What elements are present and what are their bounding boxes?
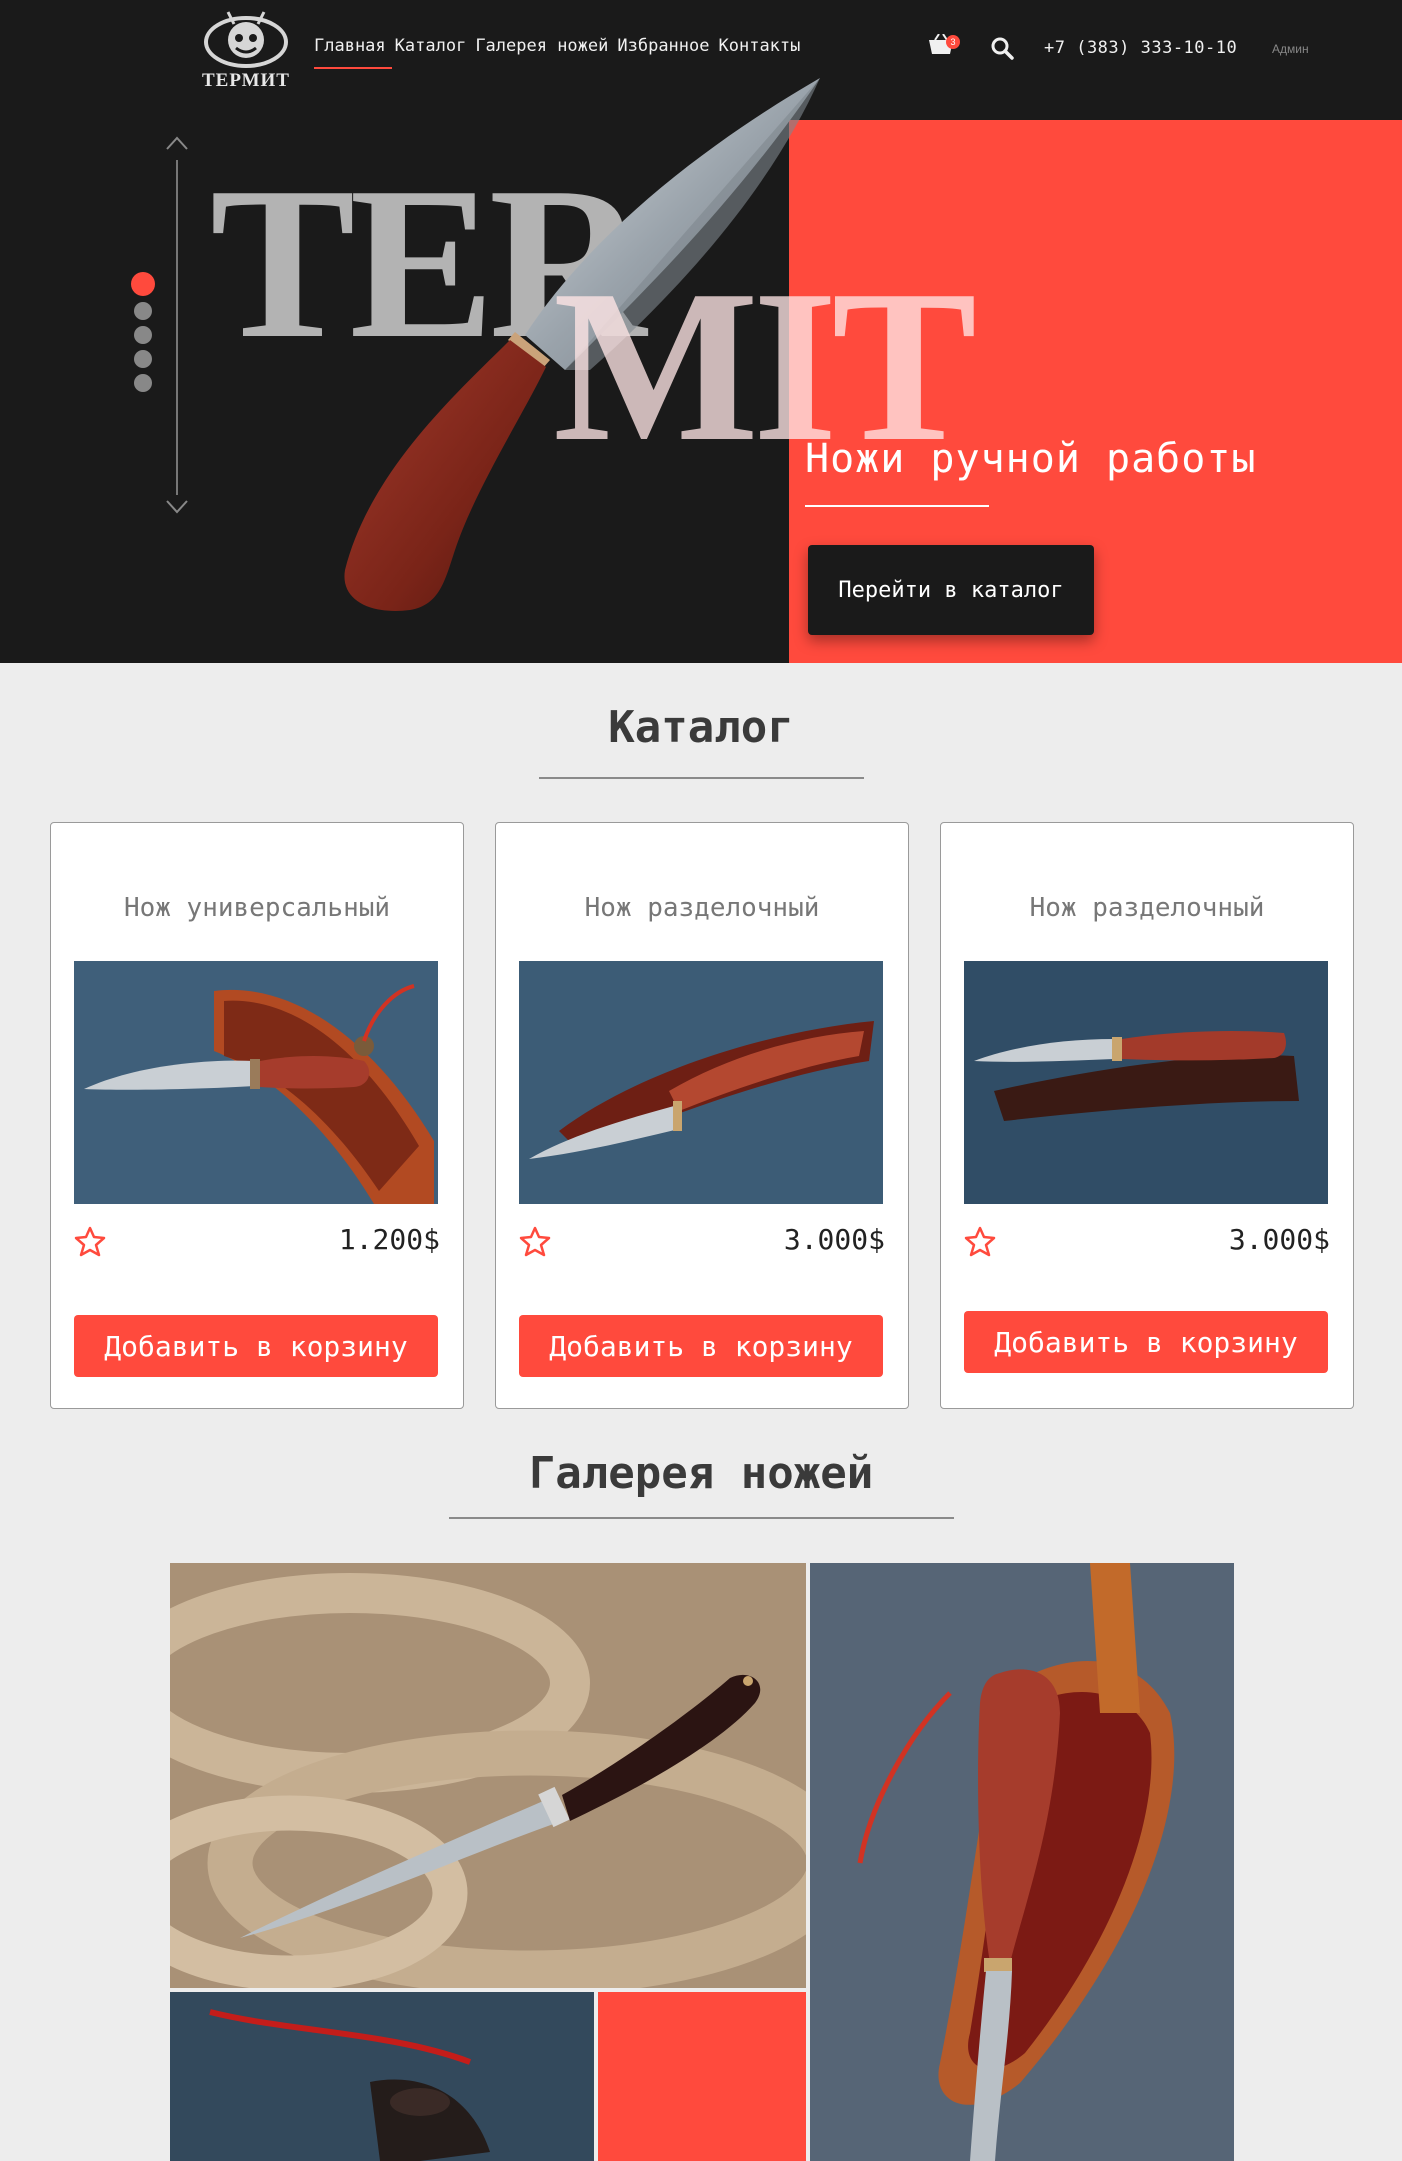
gallery-title: Галерея ножей (528, 1448, 874, 1499)
favorite-star-icon[interactable] (964, 1225, 996, 1257)
logo[interactable]: ТЕРМИТ (200, 8, 292, 91)
main-menu: Главная Каталог Галерея ножей Избранное … (314, 36, 800, 56)
slider-track (176, 160, 178, 495)
gallery-title-underline (449, 1517, 954, 1519)
gallery-red-tile (598, 1992, 806, 2161)
product-title: Нож разделочный (1029, 893, 1265, 923)
menu-item-catalog[interactable]: Каталог (395, 36, 467, 56)
slider-dot-1[interactable] (131, 272, 155, 296)
go-to-catalog-button[interactable]: Перейти в каталог (808, 545, 1094, 635)
cart-count-badge: 3 (946, 35, 960, 49)
slider-dots (131, 272, 155, 392)
gallery-image-rope[interactable] (170, 1563, 806, 1988)
slider-dot-3[interactable] (134, 326, 152, 344)
add-to-cart-button[interactable]: Добавить в корзину (964, 1311, 1328, 1373)
menu-item-gallery[interactable]: Галерея ножей (475, 36, 608, 56)
product-title: Нож разделочный (584, 893, 820, 923)
favorite-star-icon[interactable] (74, 1225, 106, 1257)
product-image[interactable] (519, 961, 883, 1204)
product-title: Нож универсальный (123, 893, 391, 923)
phone-number[interactable]: +7 (383) 333-10-10 (1044, 38, 1237, 58)
menu-item-contacts[interactable]: Контакты (719, 36, 801, 56)
catalog-title-underline (539, 777, 864, 779)
product-card: Нож разделочный 3.000$ Добавить в корзин… (940, 822, 1354, 1409)
hero-subtitle-underline (805, 505, 989, 507)
gallery-image-sheath[interactable] (810, 1563, 1234, 2161)
product-price: 3.000$ (1228, 1223, 1330, 1256)
add-to-cart-button[interactable]: Добавить в корзину (74, 1315, 438, 1377)
slider-dot-2[interactable] (134, 302, 152, 320)
menu-item-favorites[interactable]: Избранное (617, 36, 709, 56)
hero-section: TER MIT Ножи ручной работы Перейти в кат… (0, 0, 1402, 663)
product-image[interactable] (964, 961, 1328, 1204)
search-icon[interactable] (990, 36, 1014, 60)
product-price: 1.200$ (338, 1223, 440, 1256)
admin-link[interactable]: Админ (1272, 42, 1309, 56)
catalog-title: Каталог (608, 702, 794, 753)
product-card: Нож разделочный 3.000$ Добавить в корзин… (495, 822, 909, 1409)
add-to-cart-button[interactable]: Добавить в корзину (519, 1315, 883, 1377)
product-price: 3.000$ (783, 1223, 885, 1256)
menu-item-home[interactable]: Главная (314, 36, 386, 56)
logo-text: ТЕРМИТ (202, 70, 290, 91)
favorite-star-icon[interactable] (519, 1225, 551, 1257)
top-navigation: ТЕРМИТ Главная Каталог Галерея ножей Изб… (0, 0, 1402, 100)
slider-dot-5[interactable] (134, 374, 152, 392)
slider-down-arrow-icon[interactable] (166, 500, 188, 514)
slider-up-arrow-icon[interactable] (166, 136, 188, 150)
slider-dot-4[interactable] (134, 350, 152, 368)
gallery-image-cord[interactable] (170, 1992, 594, 2161)
product-card: Нож универсальный 1.200$ Добавить в корз… (50, 822, 464, 1409)
active-menu-underline (314, 67, 392, 69)
hero-subtitle: Ножи ручной работы (805, 436, 1257, 482)
product-image[interactable] (74, 961, 438, 1204)
termite-logo-icon (204, 11, 288, 68)
